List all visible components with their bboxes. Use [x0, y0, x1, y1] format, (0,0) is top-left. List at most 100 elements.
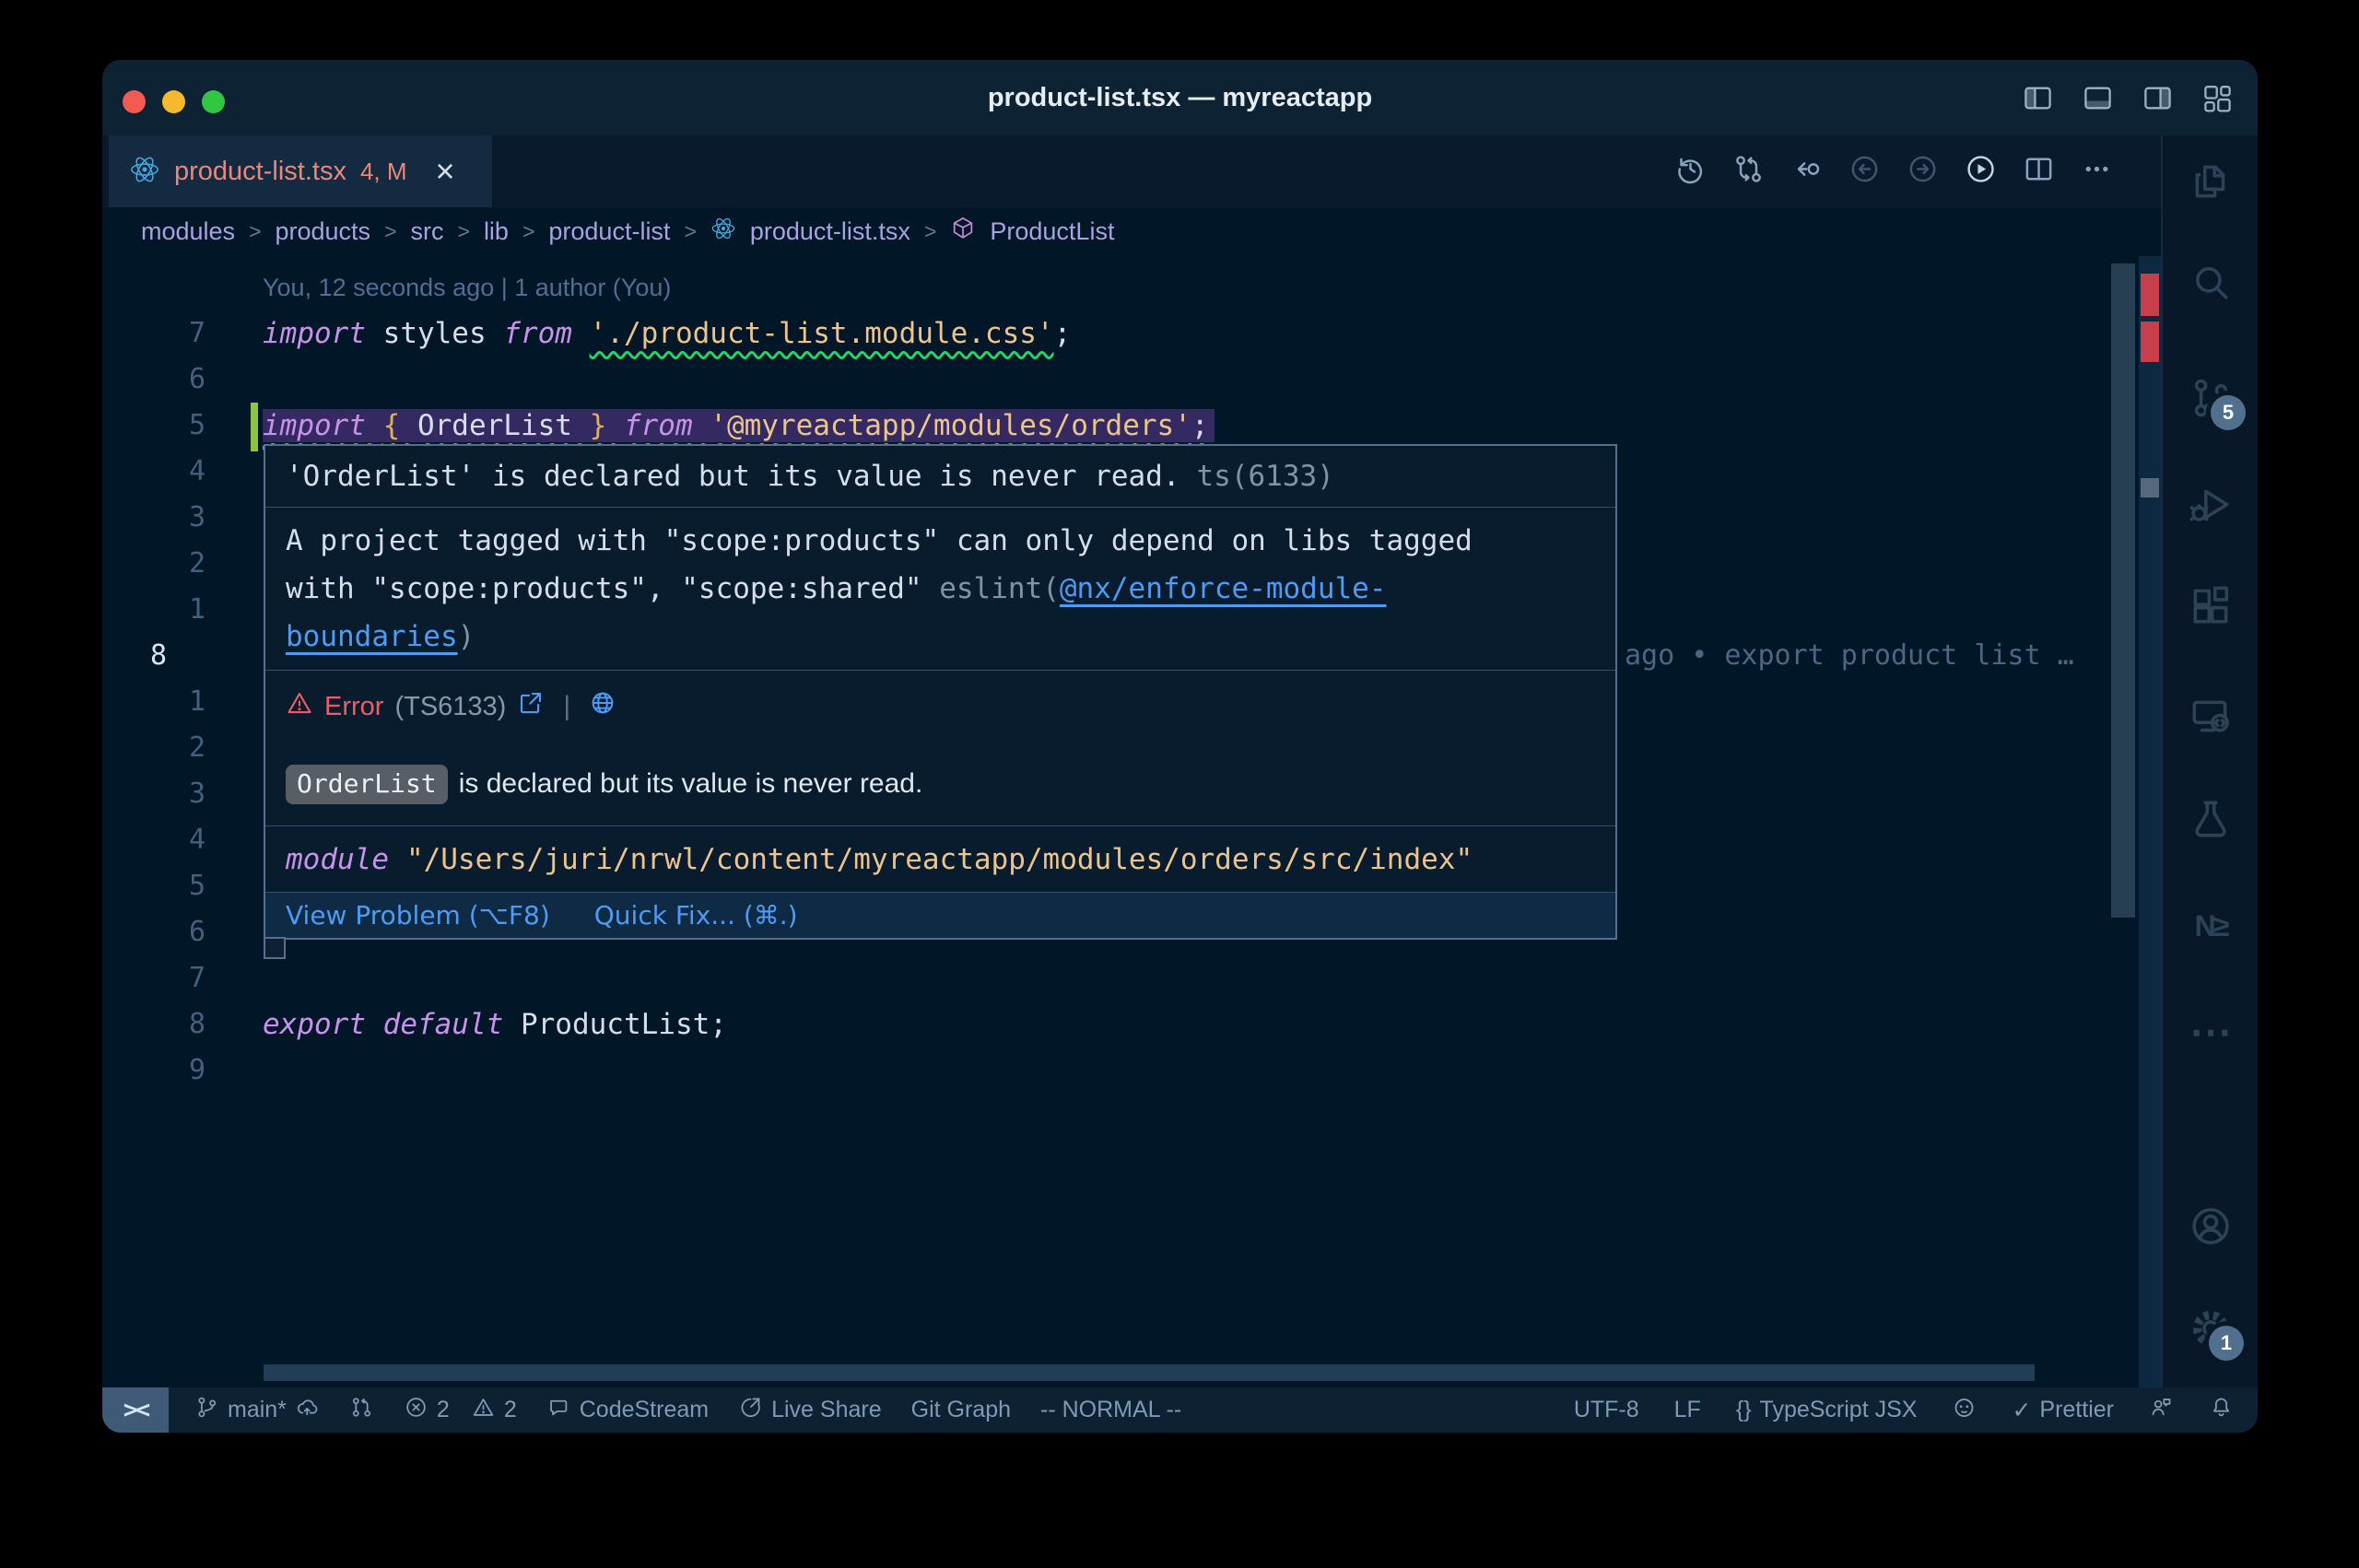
module-keyword: module — [286, 843, 389, 876]
window-title: product-list.tsx — myreactapp — [102, 60, 2258, 135]
error-code-label: (TS6133) — [394, 692, 506, 722]
sync-cloud-icon — [295, 1395, 320, 1426]
live-share-status[interactable]: Live Share — [738, 1395, 882, 1426]
open-external-icon[interactable] — [517, 689, 545, 724]
customize-layout-icon[interactable] — [2201, 81, 2235, 120]
horizontal-scrollbar[interactable] — [264, 1364, 2035, 1381]
nav-forward-icon[interactable] — [1906, 152, 1940, 191]
breadcrumb-lib[interactable]: lib — [484, 217, 509, 246]
run-debug-icon[interactable] — [2187, 481, 2235, 529]
compare-changes-status[interactable] — [349, 1395, 374, 1426]
hover-resize-handle[interactable] — [264, 937, 286, 959]
line-number: 3 — [148, 771, 205, 817]
status-bar: >< main* 2 2 CodeStream Live — [102, 1387, 2258, 1433]
line-number: 3 — [148, 495, 205, 541]
remote-explorer-icon[interactable] — [2187, 693, 2235, 741]
run-code-icon[interactable] — [1964, 152, 1998, 191]
code-line-export-default[interactable]: export default ProductList; — [263, 1001, 727, 1047]
timeline-history-icon[interactable] — [1673, 152, 1708, 191]
line-number: 2 — [148, 541, 205, 587]
react-file-icon — [710, 216, 736, 248]
eslint-rule-link[interactable]: @nx/enforce-module- — [1060, 572, 1387, 605]
vertical-scrollbar[interactable] — [2111, 263, 2135, 918]
extensions-icon[interactable] — [2187, 582, 2235, 630]
problems-status[interactable]: 2 2 — [404, 1395, 517, 1426]
accounts-icon[interactable] — [2187, 1202, 2235, 1250]
react-file-icon — [129, 154, 160, 190]
git-compare-icon[interactable] — [1731, 152, 1766, 191]
code-line-import-styles[interactable]: import styles from './product-list.modul… — [263, 310, 1071, 357]
language-status[interactable]: {} TypeScript JSX — [1736, 1397, 1918, 1423]
settings-badge: 1 — [2209, 1326, 2244, 1361]
remote-indicator[interactable]: >< — [102, 1387, 169, 1433]
open-changes-icon[interactable] — [1790, 152, 1824, 191]
hover-ts-message-text: 'OrderList' is declared but its value is… — [286, 460, 1180, 493]
hover-eslint-line1: A project tagged with "scope:products" c… — [286, 517, 1595, 565]
error-count: 2 — [437, 1397, 450, 1423]
nx-console-icon[interactable]: N≥ — [2187, 902, 2235, 950]
explorer-icon[interactable] — [2187, 158, 2235, 205]
toggle-secondary-sidebar-icon[interactable] — [2141, 81, 2175, 120]
line-number: 1 — [148, 587, 205, 633]
warning-triangle-icon — [286, 689, 313, 724]
hover-eslint-source: eslint( — [939, 572, 1060, 605]
line-number: 5 — [148, 863, 205, 909]
source-control-badge: 5 — [2211, 395, 2246, 430]
line-number-gutter: 76543218123456789 — [148, 310, 205, 1094]
overview-ruler — [2139, 256, 2161, 1387]
encoding-status[interactable]: UTF-8 — [1574, 1397, 1639, 1423]
git-graph-status[interactable]: Git Graph — [911, 1397, 1011, 1423]
hover-ts-message: 'OrderList' is declared but its value is… — [265, 446, 1615, 508]
octoface-icon[interactable] — [1952, 1395, 1977, 1426]
toggle-primary-sidebar-icon[interactable] — [2021, 81, 2055, 120]
eol-status[interactable]: LF — [1674, 1397, 1701, 1423]
editor[interactable]: 76543218123456789 You, 12 seconds ago | … — [102, 256, 2161, 1387]
globe-icon[interactable] — [589, 689, 616, 724]
code-line-import-orderlist[interactable]: import { OrderList } from '@myreactapp/m… — [263, 403, 1215, 449]
git-graph-label: Git Graph — [911, 1397, 1011, 1423]
search-icon[interactable] — [2187, 259, 2235, 307]
breadcrumb-symbol[interactable]: ProductList — [990, 217, 1114, 246]
more-views-icon[interactable]: ⋯ — [2187, 1008, 2235, 1056]
activity-bar: 5 N≥ ⋯ 1 — [2161, 135, 2258, 1387]
hover-eslint-text: with "scope:products", "scope:shared" — [286, 572, 939, 605]
breadcrumb-product-list[interactable]: product-list — [548, 217, 670, 246]
line-number: 1 — [148, 679, 205, 725]
breadcrumb-separator: > — [522, 219, 534, 244]
check-icon: ✓ — [2012, 1397, 2031, 1424]
tab-product-list[interactable]: product-list.tsx 4, M × — [109, 135, 492, 207]
info-marker — [2141, 478, 2159, 497]
codestream-status[interactable]: CodeStream — [546, 1395, 709, 1426]
live-share-icon — [738, 1395, 763, 1426]
tab-close-icon[interactable]: × — [436, 155, 455, 188]
breadcrumb-separator: > — [249, 219, 261, 244]
breadcrumb-filename[interactable]: product-list.tsx — [750, 217, 910, 246]
titlebar-layout-controls — [2021, 81, 2235, 120]
hover-error-detail: OrderList is declared but its value is n… — [265, 743, 1615, 825]
nav-back-icon[interactable] — [1848, 152, 1882, 191]
split-editor-icon[interactable] — [2022, 152, 2056, 191]
breadcrumb-src[interactable]: src — [411, 217, 444, 246]
toggle-panel-icon[interactable] — [2081, 81, 2115, 120]
gutter-modified-change-bar — [251, 403, 258, 451]
breadcrumb-modules[interactable]: modules — [141, 217, 235, 246]
error-marker — [2141, 322, 2159, 362]
view-problem-link[interactable]: View Problem (⌥F8) — [286, 900, 550, 930]
feedback-icon[interactable] — [2149, 1395, 2174, 1426]
vim-mode-label: -- NORMAL -- — [1040, 1397, 1181, 1423]
testing-beaker-icon[interactable] — [2187, 795, 2235, 843]
vim-mode-status[interactable]: -- NORMAL -- — [1040, 1397, 1181, 1423]
git-branch-status[interactable]: main* — [194, 1395, 320, 1426]
breadcrumb-separator: > — [384, 219, 396, 244]
eslint-rule-link[interactable]: boundaries — [286, 620, 458, 653]
more-actions-icon[interactable] — [2080, 152, 2114, 191]
notifications-bell-icon[interactable] — [2209, 1395, 2234, 1426]
warnings-icon — [471, 1395, 496, 1426]
quick-fix-link[interactable]: Quick Fix... (⌘.) — [594, 900, 798, 930]
hover-error-header: Error (TS6133) | — [265, 671, 1615, 743]
prettier-status[interactable]: ✓ Prettier — [2012, 1397, 2114, 1424]
breadcrumb-products[interactable]: products — [276, 217, 371, 246]
line-number: 7 — [148, 955, 205, 1001]
braces-icon: {} — [1736, 1397, 1752, 1423]
live-share-label: Live Share — [771, 1397, 882, 1423]
